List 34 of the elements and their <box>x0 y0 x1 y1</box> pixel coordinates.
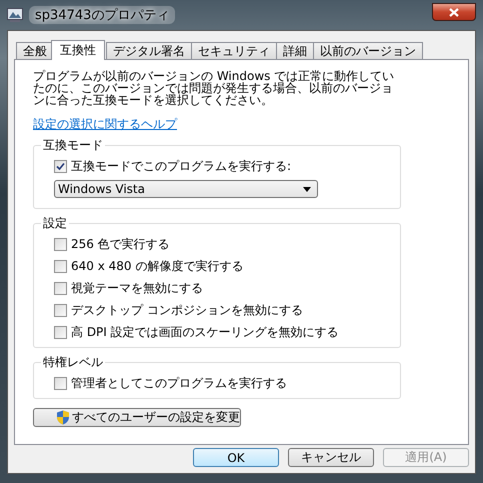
tab[interactable]: 以前のバージョン <box>313 42 423 59</box>
dropdown[interactable]: Windows Vista <box>54 180 318 198</box>
description-text: プログラムが以前のバージョンの Windows では正常に動作していたのに、このバージョンでは問題が発生する場合、以前のバージョンに合った互換モードを選択してください。 <box>33 70 396 106</box>
close-button[interactable] <box>432 3 476 21</box>
checkbox[interactable] <box>54 282 67 295</box>
group-title: 設定 <box>42 215 68 232</box>
checkbox-label: 視覚テーマを無効にする <box>71 280 203 297</box>
checkbox[interactable] <box>54 377 67 390</box>
checkbox[interactable] <box>54 160 67 173</box>
dialog-button[interactable]: キャンセル <box>288 448 374 467</box>
window-icon <box>7 8 23 22</box>
dialog-button[interactable]: OK <box>193 448 279 467</box>
tab[interactable]: セキュリティ <box>191 42 277 59</box>
tab[interactable]: 全般 <box>16 42 54 59</box>
tab[interactable]: 互換性 <box>51 40 105 60</box>
checkbox-label: 互換モードでこのプログラムを実行する: <box>71 158 292 175</box>
checkbox[interactable] <box>54 326 67 339</box>
change-settings-button[interactable]: すべてのユーザーの設定を変更 <box>33 408 241 427</box>
close-icon <box>449 8 459 16</box>
checkbox-label: 高 DPI 設定では画面のスケーリングを無効にする <box>71 324 339 341</box>
checkbox[interactable] <box>54 304 67 317</box>
shield-icon <box>56 410 70 425</box>
caret-icon <box>303 186 311 192</box>
tab[interactable]: 詳細 <box>276 42 314 59</box>
group-title: 特権レベル <box>42 354 104 371</box>
checkbox-label: 管理者としてこのプログラムを実行する <box>71 375 287 392</box>
tab[interactable]: デジタル署名 <box>106 42 192 59</box>
help-link[interactable]: 設定の選択に関するヘルプ <box>33 116 177 133</box>
checkbox-label: 640 x 480 の解像度で実行する <box>71 258 244 275</box>
checkbox-label: デスクトップ コンポジションを無効にする <box>71 302 303 319</box>
checkbox-label: 256 色で実行する <box>71 236 170 253</box>
checkbox[interactable] <box>54 238 67 251</box>
checkbox[interactable] <box>54 260 67 273</box>
group-title: 互換モード <box>42 137 104 154</box>
